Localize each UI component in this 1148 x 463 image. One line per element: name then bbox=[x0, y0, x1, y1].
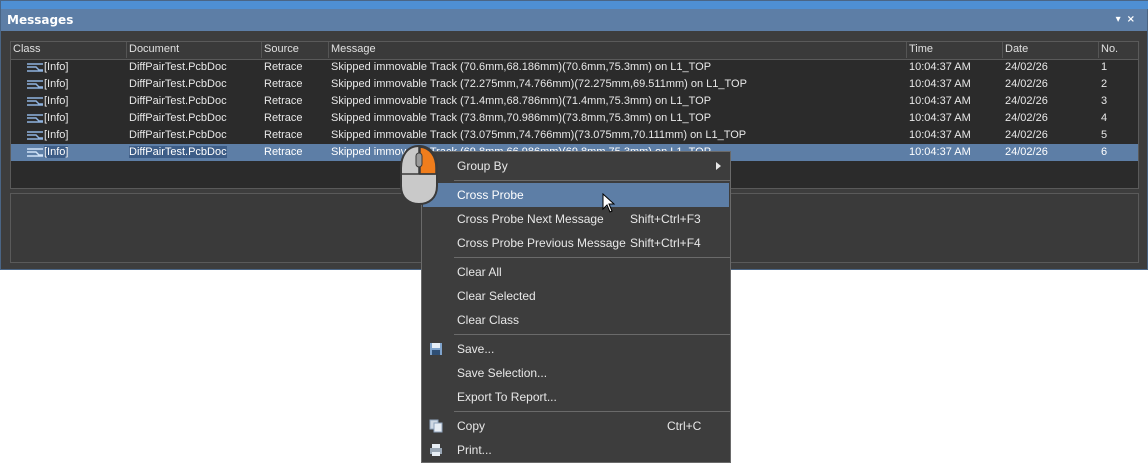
info-class-icon bbox=[27, 97, 43, 106]
panel-top-accent bbox=[1, 1, 1148, 9]
mouse-pointer-icon bbox=[602, 193, 616, 213]
menu-save-selection[interactable]: Save Selection... bbox=[423, 361, 729, 385]
floppy-disk-icon bbox=[430, 343, 442, 355]
menu-print[interactable]: Print... bbox=[423, 438, 729, 462]
copy-icon bbox=[429, 419, 443, 433]
info-class-icon bbox=[27, 114, 43, 123]
panel-title: Messages bbox=[7, 13, 74, 27]
menu-group-by[interactable]: Group By bbox=[423, 154, 729, 178]
table-row[interactable]: [Info] DiffPairTest.PcbDoc Retrace Skipp… bbox=[11, 59, 1138, 76]
grid-header: Class Document Source Message Time Date … bbox=[11, 42, 1138, 60]
right-click-mouse-icon bbox=[400, 144, 438, 206]
panel-menu-icon[interactable]: ▾ bbox=[1116, 14, 1127, 25]
menu-cross-probe-next[interactable]: Cross Probe Next Message Shift+Ctrl+F3 bbox=[423, 207, 729, 231]
col-class[interactable]: Class bbox=[13, 43, 41, 55]
col-message[interactable]: Message bbox=[331, 43, 376, 55]
menu-save[interactable]: Save... bbox=[423, 337, 729, 361]
menu-cross-probe[interactable]: Cross Probe bbox=[423, 183, 729, 207]
panel-close-icon[interactable]: × bbox=[1127, 14, 1141, 25]
col-source[interactable]: Source bbox=[264, 43, 299, 55]
col-no[interactable]: No. bbox=[1101, 43, 1118, 55]
printer-icon bbox=[430, 444, 442, 456]
info-class-icon bbox=[27, 80, 43, 89]
context-menu: Group By Cross Probe Cross Probe Next Me… bbox=[421, 151, 731, 463]
menu-export-report[interactable]: Export To Report... bbox=[423, 385, 729, 409]
info-class-icon bbox=[27, 148, 43, 157]
menu-cross-probe-prev[interactable]: Cross Probe Previous Message Shift+Ctrl+… bbox=[423, 231, 729, 255]
table-row[interactable]: [Info] DiffPairTest.PcbDoc Retrace Skipp… bbox=[11, 127, 1138, 144]
table-row[interactable]: [Info] DiffPairTest.PcbDoc Retrace Skipp… bbox=[11, 110, 1138, 127]
panel-titlebar: Messages ▾× bbox=[1, 9, 1147, 31]
info-class-icon bbox=[27, 63, 43, 72]
menu-copy[interactable]: Copy Ctrl+C bbox=[423, 414, 729, 438]
col-time[interactable]: Time bbox=[909, 43, 933, 55]
col-document[interactable]: Document bbox=[129, 43, 179, 55]
table-row[interactable]: [Info] DiffPairTest.PcbDoc Retrace Skipp… bbox=[11, 93, 1138, 110]
menu-clear-all[interactable]: Clear All bbox=[423, 260, 729, 284]
info-class-icon bbox=[27, 131, 43, 140]
menu-clear-selected[interactable]: Clear Selected bbox=[423, 284, 729, 308]
table-row[interactable]: [Info] DiffPairTest.PcbDoc Retrace Skipp… bbox=[11, 76, 1138, 93]
submenu-arrow-icon bbox=[716, 162, 721, 170]
menu-clear-class[interactable]: Clear Class bbox=[423, 308, 729, 332]
col-date[interactable]: Date bbox=[1005, 43, 1028, 55]
